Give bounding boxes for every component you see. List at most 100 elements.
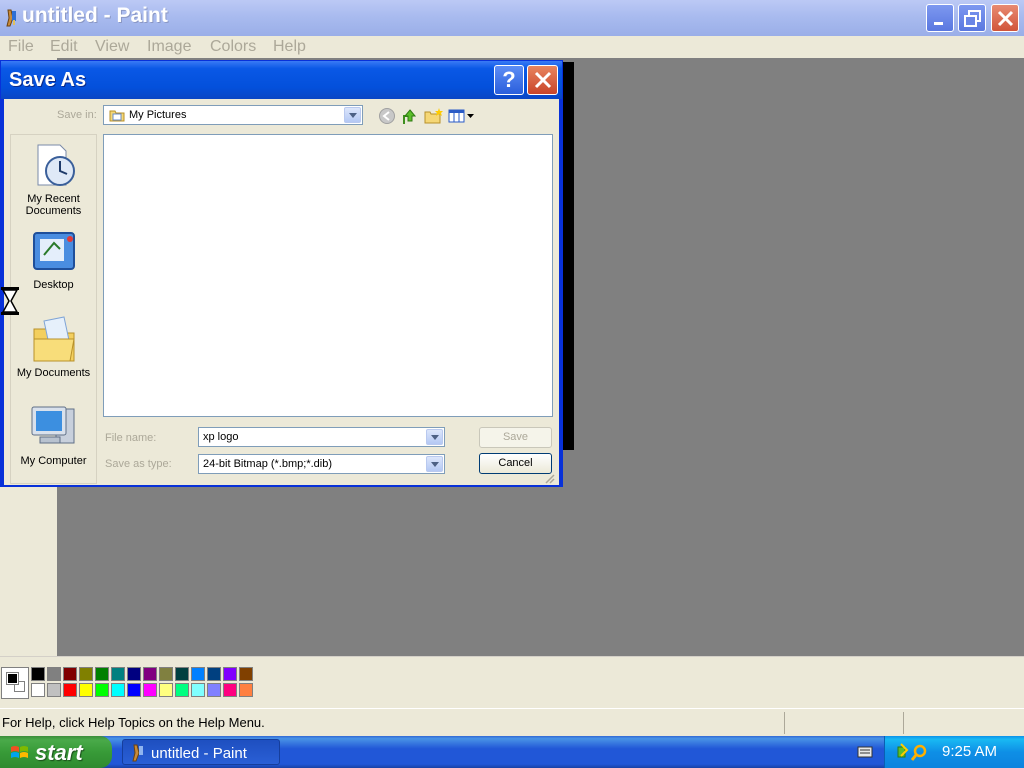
- menu-bar: File Edit View Image Colors Help: [0, 36, 1024, 58]
- palette-swatch[interactable]: [223, 667, 237, 681]
- status-help-text: For Help, click Help Topics on the Help …: [2, 715, 265, 730]
- palette-swatch[interactable]: [63, 683, 77, 697]
- palette-swatch[interactable]: [79, 667, 93, 681]
- status-pane-size: [903, 712, 1023, 734]
- file-name-label: File name:: [105, 432, 157, 444]
- windows-flag-icon: [11, 746, 28, 758]
- chevron-down-icon[interactable]: [344, 107, 361, 123]
- close-icon: [997, 10, 1014, 27]
- save-as-type-label: Save as type:: [105, 458, 172, 470]
- back-icon[interactable]: [378, 107, 396, 125]
- chevron-down-icon[interactable]: [426, 456, 443, 472]
- recent-documents-icon: [37, 144, 75, 186]
- file-name-input[interactable]: xp logo: [198, 427, 445, 447]
- system-tray: 9:25 AM: [884, 736, 1024, 768]
- status-bar: For Help, click Help Topics on the Help …: [0, 708, 1024, 736]
- views-menu-icon[interactable]: [448, 107, 476, 125]
- dialog-title: Save As: [9, 69, 87, 91]
- palette-swatch[interactable]: [207, 667, 221, 681]
- places-bar: My Recent Documents Desktop My Documents…: [10, 134, 97, 484]
- current-colors[interactable]: [1, 667, 29, 699]
- palette-swatch[interactable]: [175, 667, 189, 681]
- palette-swatch[interactable]: [47, 667, 61, 681]
- status-pane-position: [784, 712, 902, 734]
- tray-icons: [897, 743, 927, 761]
- start-button[interactable]: start: [0, 736, 112, 768]
- taskbar: start untitled - Paint 9:25 AM: [0, 736, 1024, 768]
- dialog-close-button[interactable]: [527, 65, 558, 95]
- save-in-label: Save in:: [57, 109, 97, 121]
- my-pictures-folder-icon: [109, 110, 125, 122]
- menu-view[interactable]: View: [95, 38, 129, 56]
- palette-swatch[interactable]: [159, 683, 173, 697]
- paint-app-icon: [6, 9, 16, 27]
- palette-swatch[interactable]: [127, 667, 141, 681]
- place-my-computer[interactable]: My Computer: [11, 401, 96, 467]
- dialog-title-bar[interactable]: Save As ?: [1, 61, 562, 99]
- file-name-value: xp logo: [203, 431, 239, 443]
- palette-swatch[interactable]: [239, 683, 253, 697]
- palette-swatch[interactable]: [143, 683, 157, 697]
- paint-app-icon: [132, 744, 143, 762]
- place-desktop[interactable]: Desktop: [11, 229, 96, 291]
- restore-button[interactable]: [958, 4, 986, 32]
- palette-swatch[interactable]: [95, 667, 109, 681]
- palette-swatch[interactable]: [111, 683, 125, 697]
- palette-swatch[interactable]: [127, 683, 141, 697]
- file-list-view[interactable]: [103, 134, 553, 417]
- close-button[interactable]: [991, 4, 1019, 32]
- place-label: My Recent Documents: [25, 193, 82, 217]
- taskbar-item-label: untitled - Paint: [151, 745, 247, 762]
- my-documents-folder-icon: [33, 316, 75, 362]
- save-in-value: My Pictures: [129, 109, 187, 121]
- palette-swatch[interactable]: [191, 683, 205, 697]
- place-label: My Documents: [16, 367, 91, 379]
- menu-edit[interactable]: Edit: [50, 38, 78, 56]
- palette-swatch[interactable]: [143, 667, 157, 681]
- chevron-down-icon[interactable]: [426, 429, 443, 445]
- taskbar-item-paint[interactable]: untitled - Paint: [122, 739, 280, 765]
- palette-swatch[interactable]: [63, 667, 77, 681]
- palette-swatch[interactable]: [239, 667, 253, 681]
- menu-colors[interactable]: Colors: [210, 38, 256, 56]
- palette-swatch[interactable]: [31, 683, 45, 697]
- window-title: untitled - Paint: [22, 4, 168, 27]
- clock: 9:25 AM: [942, 743, 998, 760]
- resize-grip-icon[interactable]: [543, 472, 555, 484]
- palette-swatch[interactable]: [47, 683, 61, 697]
- start-label: start: [35, 740, 83, 765]
- paint-title-bar[interactable]: untitled - Paint: [0, 0, 1024, 36]
- place-my-documents[interactable]: My Documents: [11, 315, 96, 379]
- place-label: Desktop: [33, 279, 74, 291]
- save-in-dropdown[interactable]: My Pictures: [103, 105, 363, 125]
- palette-swatch[interactable]: [95, 683, 109, 697]
- save-as-type-value: 24-bit Bitmap (*.bmp;*.dib): [203, 458, 332, 470]
- place-label: My Computer: [20, 455, 87, 467]
- my-computer-icon: [31, 406, 74, 444]
- palette-swatch[interactable]: [31, 667, 45, 681]
- up-folder-icon[interactable]: [401, 107, 419, 125]
- menu-help[interactable]: Help: [273, 38, 306, 56]
- restore-icon: [964, 10, 981, 27]
- palette-swatch[interactable]: [207, 683, 221, 697]
- keyboard-icon[interactable]: [857, 745, 873, 759]
- menu-file[interactable]: File: [8, 38, 34, 56]
- dialog-help-button[interactable]: ?: [494, 65, 524, 95]
- palette-swatch[interactable]: [223, 683, 237, 697]
- minimize-button[interactable]: [926, 4, 954, 32]
- cancel-button[interactable]: Cancel: [479, 453, 552, 474]
- save-button[interactable]: Save: [479, 427, 552, 448]
- palette-swatch[interactable]: [111, 667, 125, 681]
- place-my-recent-documents[interactable]: My Recent Documents: [11, 141, 96, 217]
- color-palette: [0, 656, 1024, 708]
- palette-swatch[interactable]: [175, 683, 189, 697]
- save-as-type-dropdown[interactable]: 24-bit Bitmap (*.bmp;*.dib): [198, 454, 445, 474]
- palette-swatch[interactable]: [159, 667, 173, 681]
- menu-image[interactable]: Image: [147, 38, 191, 56]
- palette-swatch[interactable]: [79, 683, 93, 697]
- dialog-shadow: [562, 62, 574, 450]
- desktop-icon: [32, 232, 75, 270]
- new-folder-icon[interactable]: [424, 107, 444, 125]
- hourglass-cursor-icon: [1, 287, 19, 315]
- palette-swatch[interactable]: [191, 667, 205, 681]
